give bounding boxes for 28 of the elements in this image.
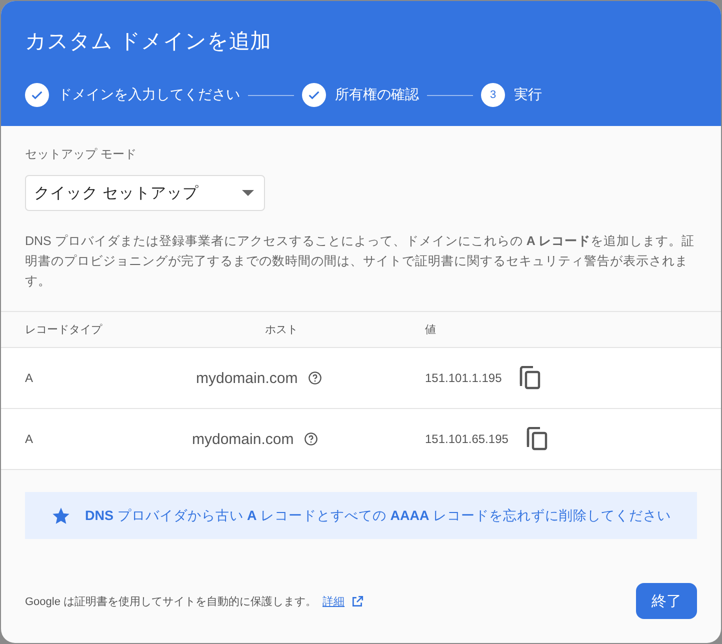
details-link[interactable]: 詳細 bbox=[322, 594, 345, 608]
finish-button[interactable]: 終了 bbox=[636, 583, 697, 619]
copy-icon[interactable] bbox=[518, 366, 541, 390]
copy-icon[interactable] bbox=[526, 427, 548, 451]
step-label: 実行 bbox=[514, 86, 542, 104]
notice-text: DNS プロバイダから古い A レコードとすべての AAAA レコードを忘れずに削除してください bbox=[85, 506, 672, 524]
step-label: 所有権の確認 bbox=[335, 86, 419, 104]
setup-mode-dropdown[interactable]: クイック セットアップ bbox=[25, 175, 265, 211]
table-cell: mydomain.com bbox=[196, 370, 298, 386]
table-cell-text: A bbox=[25, 432, 34, 446]
external-link-icon[interactable] bbox=[350, 594, 364, 608]
step-label: ドメインを入力してください bbox=[58, 86, 240, 104]
column-header: 値 bbox=[425, 323, 437, 337]
footer-text: Google は証明書を使用してサイトを自動的に保護します。 bbox=[25, 594, 317, 608]
help-icon[interactable] bbox=[308, 371, 322, 385]
description-text: DNS プロバイダまたは登録事業者にアクセスすることによって、ドメインにこれらの A レコードを追加します。証明書のプロビジョニングが完了するまでの数時間の間は、サイトで証明書に関するセキュリティ警告が表示されます。 bbox=[25, 233, 696, 290]
dialog-title: カスタム ドメインを追加 bbox=[25, 29, 272, 55]
field-label: セットアップ モード bbox=[25, 146, 138, 163]
dropdown-caret-icon bbox=[242, 190, 254, 196]
table-cell: 151.101.1.195 bbox=[425, 371, 502, 385]
column-header: レコードタイプ bbox=[25, 322, 104, 337]
star-icon bbox=[51, 506, 71, 526]
table-cell-text: A bbox=[25, 371, 34, 385]
column-header: ホスト bbox=[264, 323, 299, 337]
table-cell: mydomain.com bbox=[192, 430, 294, 448]
table-cell: 151.101.65.195 bbox=[425, 432, 508, 446]
step-number: 3 bbox=[481, 83, 505, 107]
help-icon[interactable] bbox=[304, 432, 318, 446]
